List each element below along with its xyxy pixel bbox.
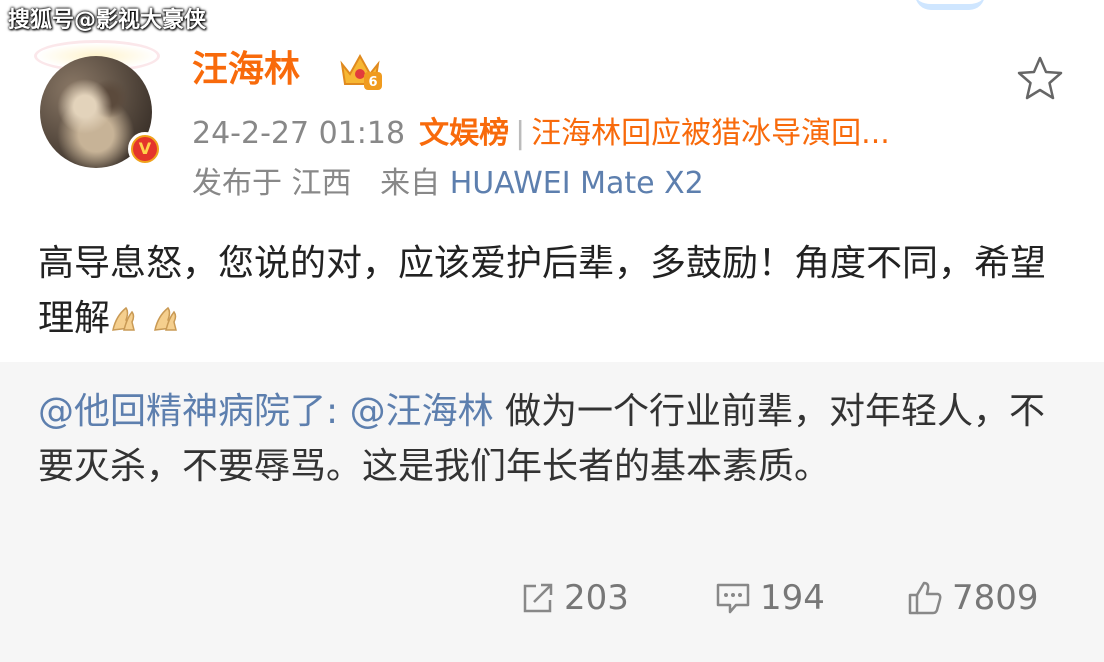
comment-count: 194: [760, 578, 825, 618]
from-label: 来自: [380, 166, 441, 201]
hot-list-label[interactable]: 文娱榜: [419, 116, 509, 151]
share-button[interactable]: 203: [520, 574, 629, 622]
post-source-line: 发布于 江西 来自 HUAWEI Mate X2: [192, 164, 704, 204]
folded-hands-emoji: [110, 295, 152, 350]
share-count: 203: [564, 578, 629, 618]
post-location: 发布于 江西: [192, 166, 352, 201]
vip-level: 6: [368, 75, 377, 90]
share-icon: [523, 583, 553, 613]
repost-text-block: @他回精神病院了: @汪海林 做为一个行业前辈，对年轻人，不要灭杀，不要辱骂。这…: [38, 384, 1068, 494]
like-icon: [908, 581, 942, 615]
hot-topic-link[interactable]: 汪海林回应被猎冰导演回...: [531, 116, 890, 151]
favorite-star-icon[interactable]: [1014, 54, 1066, 102]
folded-hands-emoji: [152, 295, 194, 350]
watermark: 搜狐号@影视大豪侠: [8, 8, 207, 33]
top-arc-decoration: [915, 0, 985, 10]
like-count: 7809: [952, 578, 1039, 618]
post-meta-line: 24-2-27 01:18 文娱榜 | 汪海林回应被猎冰导演回...: [192, 114, 890, 154]
like-button[interactable]: 7809: [906, 574, 1039, 622]
repost-inner-mention[interactable]: @汪海林: [350, 391, 494, 432]
post-body: 高导息怒，您说的对，应该爱护后辈，多鼓励！角度不同，希望理解: [38, 236, 1068, 350]
repost-author-mention[interactable]: @他回精神病院了:: [38, 391, 338, 432]
separator: |: [515, 116, 526, 151]
comment-button[interactable]: 194: [714, 574, 825, 622]
username[interactable]: 汪海林: [192, 48, 300, 92]
device-link[interactable]: HUAWEI Mate X2: [450, 166, 704, 201]
verified-badge-icon: V: [128, 132, 162, 166]
repost-card[interactable]: @他回精神病院了: @汪海林 做为一个行业前辈，对年轻人，不要灭杀，不要辱骂。这…: [0, 362, 1104, 662]
vip-crown-icon[interactable]: 6: [338, 50, 382, 92]
avatar-container[interactable]: V: [28, 40, 168, 168]
comment-icon: [716, 583, 750, 614]
post-timestamp: 24-2-27 01:18: [192, 116, 406, 151]
